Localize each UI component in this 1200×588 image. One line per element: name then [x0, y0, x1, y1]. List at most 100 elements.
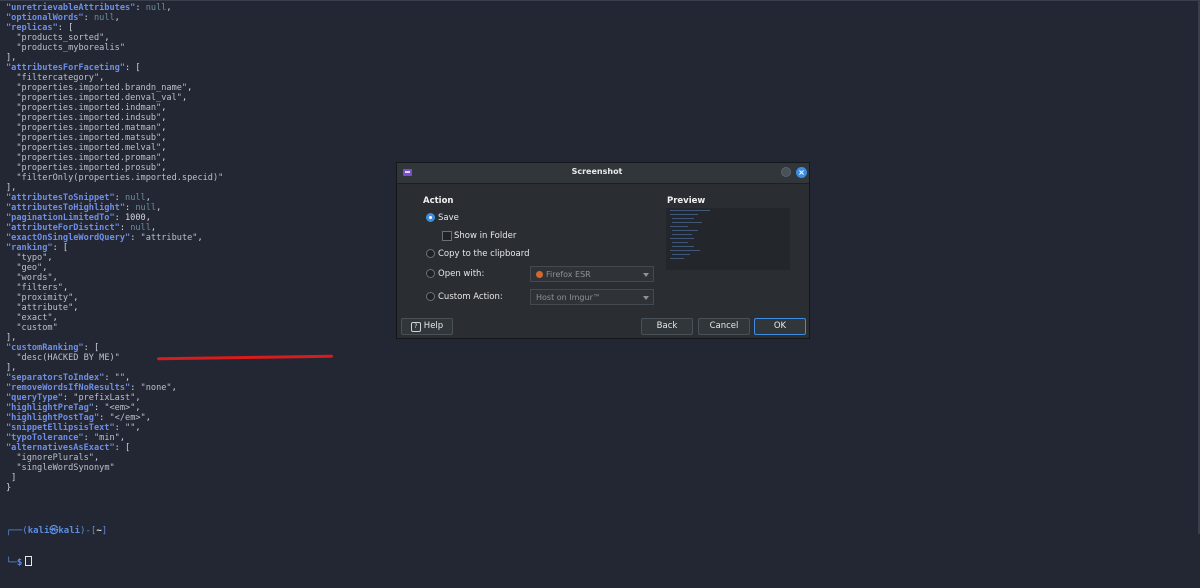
terminal-token: "properties.imported.indman": [16, 103, 162, 113]
terminal-token: "properties.imported.matsub": [16, 133, 162, 143]
terminal-token: "min": [93, 433, 120, 443]
terminal-token: "separatorsToIndex": [6, 373, 105, 383]
terminal-token: : [: [114, 443, 131, 453]
copy-clipboard-radio[interactable]: [426, 249, 435, 258]
terminal-token: ,: [135, 423, 141, 433]
terminal-token: "attribute": [140, 233, 198, 243]
minimize-button[interactable]: [781, 167, 791, 177]
terminal-token: ,: [114, 13, 120, 23]
terminal-token: : 1000,: [114, 213, 151, 223]
terminal-token: ,: [197, 233, 203, 243]
terminal-token: "attributeForDistinct": [6, 223, 120, 233]
terminal-token: "exactOnSingleWordQuery": [6, 233, 131, 243]
terminal-token: "": [114, 373, 126, 383]
dialog-titlebar[interactable]: Screenshot ×: [397, 163, 809, 184]
terminal-token: "": [125, 423, 136, 433]
terminal-line: ]: [6, 473, 223, 483]
preview-line: [672, 230, 698, 231]
prompt-symbol: $: [16, 558, 23, 568]
firefox-icon: [536, 271, 543, 278]
terminal-line: "paginationLimitedTo": 1000,: [6, 213, 223, 223]
terminal-token: ,: [171, 383, 177, 393]
save-label[interactable]: Save: [438, 213, 459, 223]
terminal-token: :: [83, 433, 94, 443]
custom-action-label[interactable]: Custom Action:: [438, 292, 503, 302]
terminal-token: "products_myborealis": [16, 43, 126, 53]
terminal-line: "properties.imported.indman",: [6, 103, 223, 113]
terminal-token: ],: [6, 183, 17, 193]
terminal-token: "</em>": [109, 413, 146, 423]
custom-action-radio[interactable]: [426, 292, 435, 301]
close-icon[interactable]: ×: [796, 167, 807, 178]
terminal-token: ,: [161, 123, 167, 133]
terminal-token: ,: [166, 3, 172, 13]
terminal-token: "paginationLimitedTo": [6, 213, 115, 223]
preview-line: [670, 226, 688, 227]
open-with-select[interactable]: Firefox ESR: [530, 266, 654, 282]
terminal-token: ]: [6, 473, 17, 483]
terminal-line: "filters",: [6, 283, 223, 293]
terminal-line: "highlightPreTag": "<em>",: [6, 403, 223, 413]
custom-action-value: Host on Imgur™: [536, 293, 601, 302]
terminal-token: ,: [73, 293, 79, 303]
terminal-token: ,: [161, 153, 167, 163]
terminal-token: : [: [125, 63, 141, 73]
save-radio[interactable]: [426, 213, 435, 222]
terminal-line: "ignorePlurals",: [6, 453, 223, 463]
terminal-line: "queryType": "prefixLast",: [6, 393, 223, 403]
terminal-token: ,: [52, 313, 58, 323]
copy-clipboard-label[interactable]: Copy to the clipboard: [438, 249, 530, 259]
terminal-token: ,: [52, 273, 58, 283]
terminal-line: "attributesForFaceting": [: [6, 63, 223, 73]
preview-line: [670, 250, 700, 251]
help-button[interactable]: ? Help: [401, 318, 453, 335]
back-button[interactable]: Back: [641, 318, 693, 335]
open-with-label[interactable]: Open with:: [438, 269, 484, 279]
prompt-user: kali㉿kali: [27, 526, 81, 536]
ok-button[interactable]: OK: [754, 318, 806, 335]
terminal-cursor[interactable]: [25, 556, 33, 566]
show-in-folder-label[interactable]: Show in Folder: [454, 231, 516, 241]
terminal-token: ],: [6, 333, 17, 343]
preview-thumbnail: [666, 208, 790, 270]
terminal-line: }: [6, 483, 223, 493]
terminal-line: ],: [6, 333, 223, 343]
preview-header: Preview: [667, 196, 706, 206]
terminal-token: null: [135, 203, 157, 213]
terminal-token: ,: [156, 203, 162, 213]
terminal-line: "properties.imported.melval",: [6, 143, 223, 153]
terminal-token: :: [130, 233, 141, 243]
terminal-token: "<em>": [104, 403, 136, 413]
terminal-token: : [: [57, 23, 74, 33]
custom-action-select[interactable]: Host on Imgur™: [530, 289, 654, 305]
terminal-token: :: [114, 423, 126, 433]
terminal-token: "highlightPreTag": [6, 403, 94, 413]
terminal-token: "properties.imported.proman": [16, 153, 162, 163]
shell-prompt[interactable]: ┌──(kali㉿kali)-[~] └─$: [6, 506, 107, 588]
terminal-token: "typoTolerance": [6, 433, 84, 443]
preview-line: [670, 210, 710, 211]
terminal-token: :: [114, 193, 126, 203]
terminal-token: "properties.imported.denval_val": [16, 93, 182, 103]
open-with-radio[interactable]: [426, 269, 435, 278]
cancel-button[interactable]: Cancel: [698, 318, 750, 335]
terminal-token: ,: [150, 223, 157, 233]
preview-line: [672, 234, 692, 235]
terminal-token: "snippetEllipsisText": [6, 423, 115, 433]
show-in-folder-checkbox[interactable]: [442, 231, 452, 241]
terminal-line: "removeWordsIfNoResults": "none",: [6, 383, 223, 393]
terminal-token: ,: [187, 83, 193, 93]
